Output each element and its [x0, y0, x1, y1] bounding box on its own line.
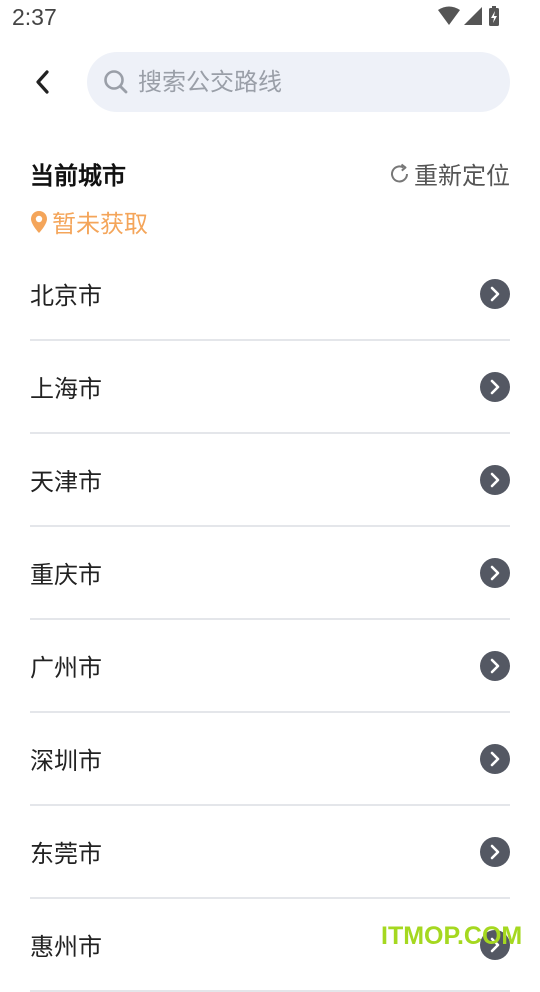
city-item[interactable]: 天津市 — [30, 434, 510, 527]
city-name: 深圳市 — [30, 747, 102, 775]
refresh-icon — [391, 163, 408, 182]
city-name: 上海市 — [30, 375, 102, 403]
search-bar[interactable] — [87, 52, 510, 112]
current-city-title: 当前城市 — [30, 162, 126, 190]
battery-charging-icon — [489, 6, 499, 26]
city-item[interactable]: 东莞市 — [30, 806, 510, 899]
chevron-right-icon — [480, 465, 510, 495]
city-item[interactable]: 深圳市 — [30, 713, 510, 806]
chevron-right-icon — [480, 837, 510, 867]
relocate-button[interactable]: 重新定位 — [389, 156, 510, 191]
watermark: ITMOP.COM — [381, 922, 523, 950]
status-icons — [438, 6, 502, 28]
back-button[interactable] — [24, 64, 60, 100]
search-icon — [102, 68, 130, 96]
chevron-left-icon — [36, 70, 49, 94]
location-status-text: 暂未获取 — [52, 210, 148, 238]
city-item[interactable]: 北京市 — [30, 248, 510, 341]
city-name: 北京市 — [30, 282, 102, 310]
city-item[interactable]: 上海市 — [30, 341, 510, 434]
chevron-right-icon — [480, 279, 510, 309]
city-name: 天津市 — [30, 468, 102, 496]
search-input[interactable] — [136, 67, 480, 97]
city-name: 东莞市 — [30, 840, 102, 868]
city-list: 北京市 上海市 天津市 重庆市 广州市 深圳市 东莞市 惠州市 — [30, 248, 510, 992]
chevron-right-icon — [480, 558, 510, 588]
city-name: 广州市 — [30, 654, 102, 682]
city-item[interactable]: 广州市 — [30, 620, 510, 713]
location-pin-icon — [31, 210, 47, 233]
city-name: 惠州市 — [30, 933, 102, 961]
status-time: 2:37 — [12, 4, 57, 30]
wifi-icon — [438, 6, 460, 25]
chevron-right-icon — [480, 744, 510, 774]
city-name: 重庆市 — [30, 561, 102, 589]
relocate-label: 重新定位 — [414, 162, 510, 190]
location-status: 暂未获取 — [30, 204, 148, 239]
chevron-right-icon — [480, 651, 510, 681]
status-bar: 2:37 — [0, 0, 540, 40]
city-item[interactable]: 重庆市 — [30, 527, 510, 620]
signal-icon — [464, 7, 482, 25]
chevron-right-icon — [480, 372, 510, 402]
